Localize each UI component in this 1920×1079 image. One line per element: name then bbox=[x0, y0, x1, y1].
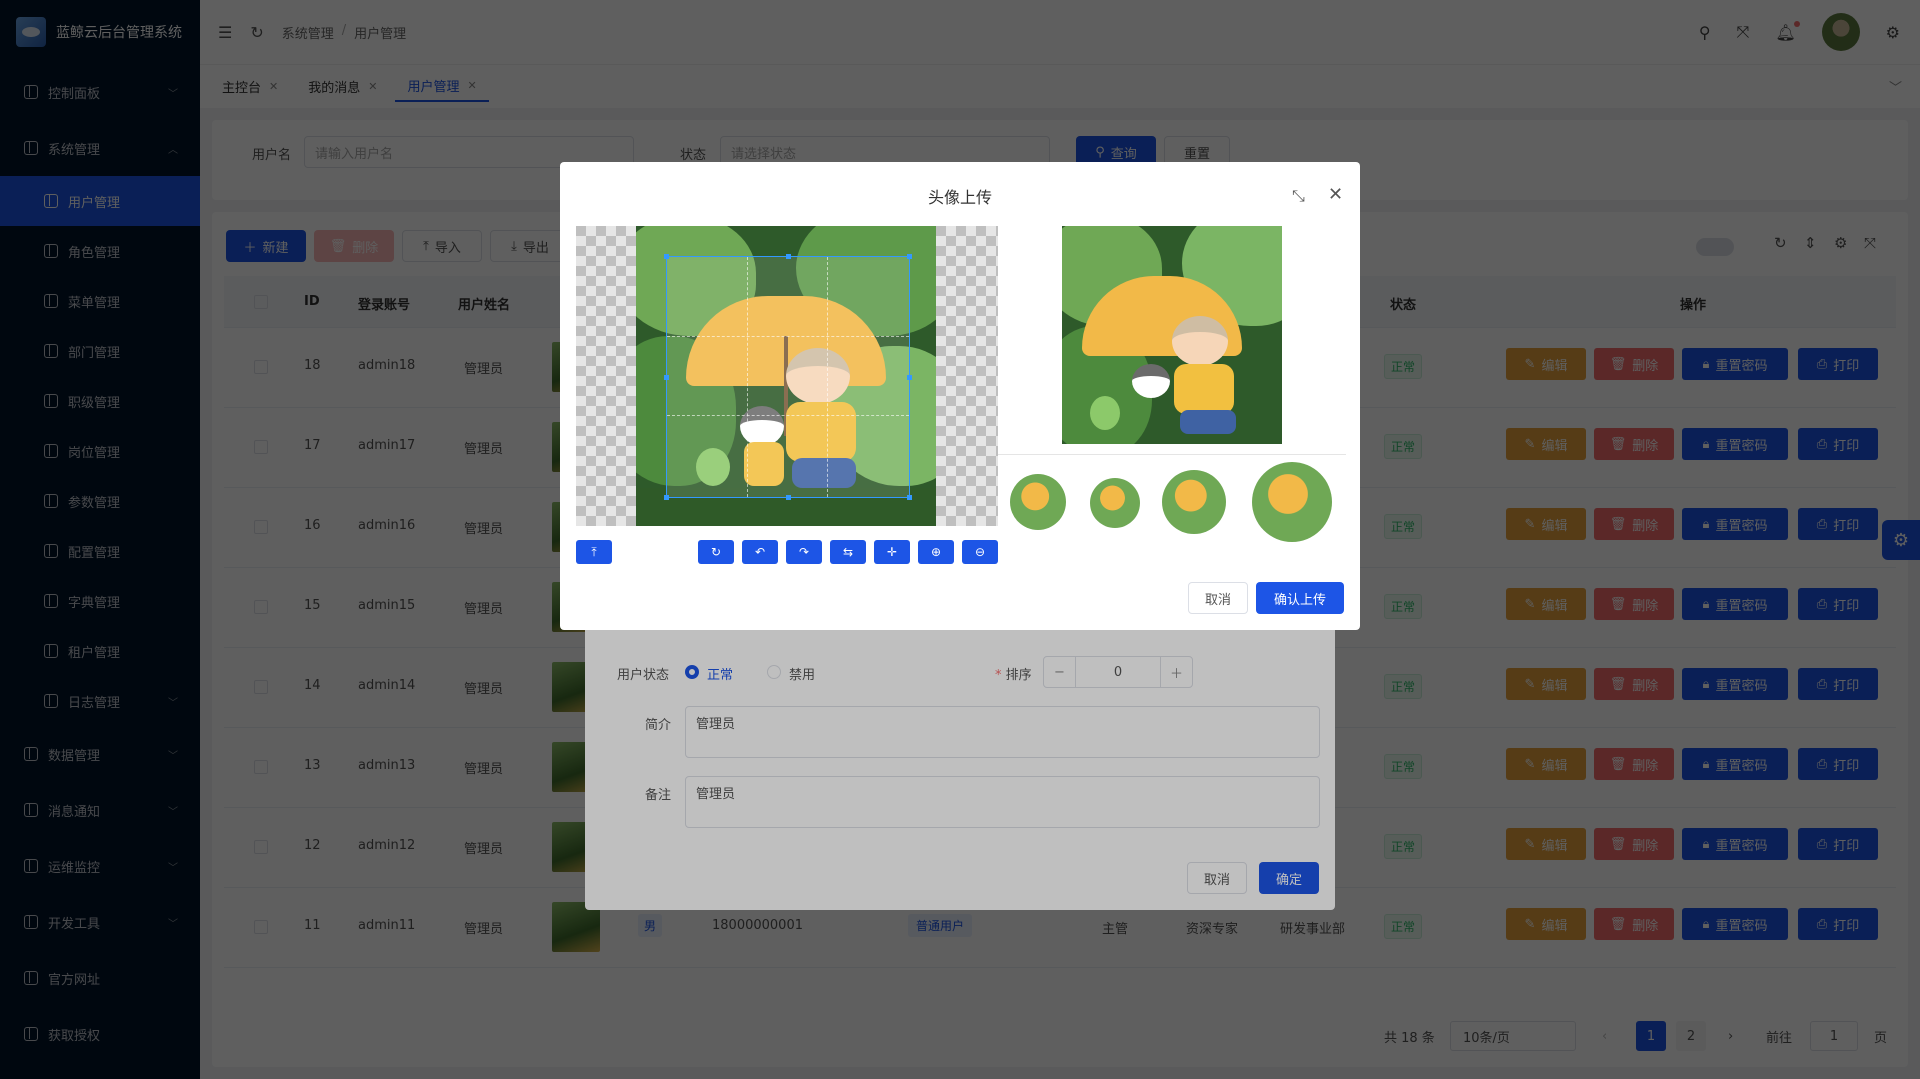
boy-head bbox=[1172, 316, 1228, 366]
avatar-upload-dialog: 头像上传 ⤡ ✕ ⤒ ↻ ↶ ↷ ⇆ ✛ ⊕ ⊖ 取消 确认上传 bbox=[560, 162, 1360, 630]
move-icon[interactable]: ✛ bbox=[874, 540, 910, 564]
upload-icon[interactable]: ⤒ bbox=[576, 540, 612, 564]
fullscreen-icon[interactable]: ⤡ bbox=[1292, 186, 1305, 206]
flip-icon[interactable]: ⇆ bbox=[830, 540, 866, 564]
refresh-icon[interactable]: ↻ bbox=[698, 540, 734, 564]
crop-handle[interactable] bbox=[786, 495, 791, 500]
rotate-right-icon[interactable]: ↷ bbox=[786, 540, 822, 564]
close-icon[interactable]: ✕ bbox=[1328, 184, 1343, 205]
crop-box[interactable] bbox=[664, 254, 912, 500]
avatar-preview-medium bbox=[1162, 470, 1226, 534]
avatar-preview-small bbox=[1090, 478, 1140, 528]
divider bbox=[998, 454, 1346, 455]
cancel-button[interactable]: 取消 bbox=[1188, 582, 1248, 614]
confirm-upload-button[interactable]: 确认上传 bbox=[1256, 582, 1344, 614]
crop-handle[interactable] bbox=[907, 254, 912, 259]
crop-guide bbox=[667, 336, 909, 338]
crop-handle[interactable] bbox=[664, 375, 669, 380]
boy-body bbox=[1174, 364, 1234, 414]
crop-handle[interactable] bbox=[786, 254, 791, 259]
preview-image bbox=[1062, 226, 1282, 444]
boy-legs bbox=[1180, 410, 1236, 434]
crop-guide bbox=[826, 257, 828, 497]
zoom-in-icon[interactable]: ⊕ bbox=[918, 540, 954, 564]
avatar-preview-small bbox=[1010, 474, 1066, 530]
dialog-title: 头像上传 bbox=[927, 188, 992, 207]
avatar-preview-large bbox=[1062, 226, 1282, 444]
dog-head bbox=[1132, 364, 1170, 398]
image-cropper[interactable] bbox=[576, 226, 998, 526]
avatar-preview-medium bbox=[1252, 462, 1332, 542]
crop-handle[interactable] bbox=[664, 254, 669, 259]
crop-handle[interactable] bbox=[907, 375, 912, 380]
frog-shape bbox=[1090, 396, 1120, 430]
crop-handle[interactable] bbox=[907, 495, 912, 500]
crop-guide bbox=[667, 415, 909, 417]
crop-handle[interactable] bbox=[664, 495, 669, 500]
zoom-out-icon[interactable]: ⊖ bbox=[962, 540, 998, 564]
rotate-left-icon[interactable]: ↶ bbox=[742, 540, 778, 564]
crop-guide bbox=[746, 257, 748, 497]
